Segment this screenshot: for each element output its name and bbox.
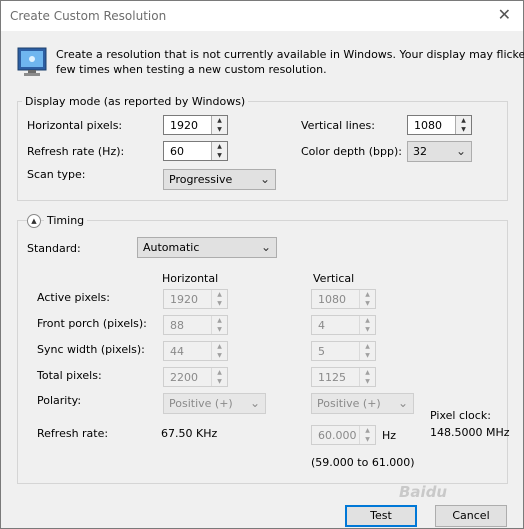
horizontal-column-header: Horizontal [162,272,219,285]
standard-select[interactable]: Automatic ⌄ [137,237,277,258]
color-depth-value: 32 [413,145,427,158]
vertical-refresh-rate-value: 60.000 [318,429,357,442]
vertical-lines-value: 1080 [414,119,442,132]
active-h-stepper[interactable]: 1920 ▲ ▼ [163,289,228,309]
scan-type-value: Progressive [169,173,233,186]
sync-width-label: Sync width (pixels): [37,343,145,356]
total-h-value: 2200 [170,371,198,384]
horizontal-pixels-label: Horizontal pixels: [27,119,123,132]
refresh-rate-stepper[interactable]: 60 ▲ ▼ [163,141,228,161]
chevron-down-icon: ⌄ [259,172,270,186]
pixel-clock-value: 148.5000 MHz [430,426,510,439]
cancel-button[interactable]: Cancel [435,505,507,527]
chevron-down-icon: ⌄ [397,396,408,410]
total-v-stepper[interactable]: 1125 ▲ ▼ [311,367,376,387]
vertical-refresh-rate-stepper[interactable]: 60.000 ▲ ▼ [311,425,376,445]
vertical-column-header: Vertical [313,272,355,285]
active-h-value: 1920 [170,293,198,306]
dialog-window: Create Custom Resolution ✕ Create a reso… [0,0,524,529]
front-porch-h-stepper[interactable]: 88 ▲ ▼ [163,315,228,335]
front-porch-h-value: 88 [170,319,184,332]
spin-down-icon[interactable]: ▼ [212,299,227,308]
sync-width-v-stepper[interactable]: 5 ▲ ▼ [311,341,376,361]
horizontal-pixels-stepper[interactable]: 1920 ▲ ▼ [163,115,228,135]
timing-refresh-rate-label: Refresh rate: [37,427,109,440]
front-porch-v-value: 4 [318,319,325,332]
polarity-h-value: Positive (+) [169,397,233,410]
chevron-down-icon: ⌄ [455,144,466,158]
display-mode-legend: Display mode (as reported by Windows) [22,95,249,108]
chevron-down-icon: ⌄ [260,240,271,254]
polarity-v-value: Positive (+) [317,397,381,410]
spin-down-icon[interactable]: ▼ [360,351,375,360]
close-icon[interactable]: ✕ [498,7,511,23]
spin-down-icon[interactable]: ▼ [360,377,375,386]
spin-down-icon[interactable]: ▼ [212,151,227,160]
active-pixels-label: Active pixels: [37,291,110,304]
spin-down-icon[interactable]: ▼ [456,125,471,134]
pixel-clock-label: Pixel clock: [430,409,491,422]
scan-type-select[interactable]: Progressive ⌄ [163,169,276,190]
refresh-range-text: (59.000 to 61.000) [311,456,415,469]
intro-line-2: few times when testing a new custom reso… [56,63,327,76]
spin-down-icon[interactable]: ▼ [360,435,375,444]
refresh-unit-label: Hz [382,429,397,442]
chevron-down-icon: ⌄ [249,396,260,410]
monitor-icon [17,47,47,76]
color-depth-label: Color depth (bpp): [301,145,402,158]
test-button[interactable]: Test [345,505,417,527]
polarity-v-select[interactable]: Positive (+) ⌄ [311,393,414,414]
spin-down-icon[interactable]: ▼ [212,351,227,360]
spin-down-icon[interactable]: ▼ [360,299,375,308]
active-v-stepper[interactable]: 1080 ▲ ▼ [311,289,376,309]
timing-legend: Timing [44,214,88,227]
total-v-value: 1125 [318,371,346,384]
collapse-toggle-icon[interactable]: ▲ [27,214,41,228]
polarity-h-select[interactable]: Positive (+) ⌄ [163,393,266,414]
scan-type-label: Scan type: [27,168,86,181]
spin-down-icon[interactable]: ▼ [212,125,227,134]
front-porch-label: Front porch (pixels): [37,317,147,330]
standard-value: Automatic [143,241,200,254]
sync-width-v-value: 5 [318,345,325,358]
horizontal-pixels-value: 1920 [170,119,198,132]
intro-line-1: Create a resolution that is not currentl… [56,48,524,61]
active-v-value: 1080 [318,293,346,306]
vertical-lines-label: Vertical lines: [301,119,375,132]
front-porch-v-stepper[interactable]: 4 ▲ ▼ [311,315,376,335]
window-title: Create Custom Resolution [10,9,167,23]
spin-down-icon[interactable]: ▼ [360,325,375,334]
horizontal-refresh-rate-value: 67.50 KHz [161,427,218,440]
polarity-label: Polarity: [37,394,82,407]
watermark-logo: Baidu [399,483,448,501]
total-h-stepper[interactable]: 2200 ▲ ▼ [163,367,228,387]
standard-label: Standard: [27,242,81,255]
sync-width-h-stepper[interactable]: 44 ▲ ▼ [163,341,228,361]
color-depth-select[interactable]: 32 ⌄ [407,141,472,162]
refresh-rate-value: 60 [170,145,184,158]
spin-down-icon[interactable]: ▼ [212,377,227,386]
refresh-rate-label: Refresh rate (Hz): [27,145,125,158]
spin-down-icon[interactable]: ▼ [212,325,227,334]
vertical-lines-stepper[interactable]: 1080 ▲ ▼ [407,115,472,135]
sync-width-h-value: 44 [170,345,184,358]
total-pixels-label: Total pixels: [37,369,102,382]
title-bar: Create Custom Resolution ✕ [1,1,523,31]
